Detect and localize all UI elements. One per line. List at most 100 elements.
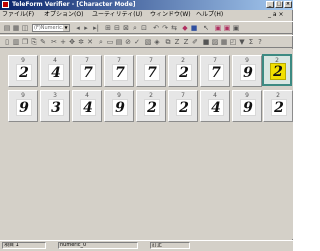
chevron-down-icon[interactable]: ▼ [63, 25, 69, 31]
menu-file[interactable]: ファイル(F) [2, 10, 34, 20]
chart-icon[interactable]: ▨ [211, 38, 219, 46]
character-image: 7 [80, 64, 96, 81]
mdi-window-controls[interactable]: _ a × [268, 11, 284, 19]
paste-icon[interactable]: ⎘ [30, 38, 38, 46]
cell-glyph: 7 [147, 65, 157, 81]
app-icon [2, 1, 9, 8]
draw-icon[interactable]: ✎ [39, 38, 47, 46]
character-cell[interactable]: 7 2 [168, 90, 198, 122]
add-icon[interactable]: + [59, 38, 67, 46]
character-cell-selected[interactable]: 2 2 [262, 54, 292, 86]
maximize-button[interactable]: □ [275, 1, 283, 8]
menu-utility[interactable]: ユーティリティ(U) [92, 10, 142, 20]
verify-icon[interactable]: ⊞ [104, 24, 112, 32]
next-icon[interactable]: ▸ [82, 24, 90, 32]
cut-icon[interactable]: ✂ [50, 38, 58, 46]
text-icon[interactable]: Z [173, 38, 181, 46]
pen-icon[interactable]: ✐ [191, 38, 199, 46]
layers-icon[interactable]: ⧉ [164, 38, 172, 46]
minimize-button[interactable]: _ [266, 1, 274, 8]
grid-icon[interactable]: ▥ [12, 38, 20, 46]
filter-icon[interactable]: ▼ [238, 38, 246, 46]
block-icon[interactable]: ■ [202, 38, 210, 46]
rotate-left-icon[interactable]: ↶ [152, 24, 160, 32]
form-icon[interactable]: ▦ [12, 24, 20, 32]
help-icon[interactable]: ? [256, 38, 264, 46]
link-icon[interactable]: ⊘ [124, 38, 132, 46]
review-icon[interactable]: ⊠ [122, 24, 130, 32]
field-selector[interactable]: (F)Numeric... ▼ [32, 24, 70, 32]
character-image: 2 [144, 99, 160, 116]
character-cell[interactable]: 9 9 [104, 90, 134, 122]
tag-icon[interactable]: ◈ [153, 38, 161, 46]
character-cell[interactable]: 2 2 [168, 55, 198, 87]
menu-options[interactable]: オプション(O) [44, 10, 83, 20]
search-icon[interactable]: ⌕ [97, 38, 105, 46]
pointer-icon[interactable]: ↖ [202, 24, 210, 32]
fit-icon[interactable]: ⊡ [140, 24, 148, 32]
main-toolbar: ▤ ▦ ◫ (F)Numeric... ▼ ◂ ▸ ▸| ⊞ ⊟ ⊠ ⌕ ⊡ ↶… [0, 21, 293, 34]
character-cell[interactable]: 4 4 [200, 90, 230, 122]
character-cell[interactable]: 2 2 [136, 90, 166, 122]
title-bar[interactable]: TeleForm Verifier - [Character Mode] _ □… [0, 0, 293, 10]
color-icon[interactable]: ◆ [181, 24, 189, 32]
select-icon[interactable]: ▯ [3, 38, 11, 46]
cell-label: 7 [149, 57, 153, 64]
character-cell[interactable]: 7 7 [136, 55, 166, 87]
cell-label: 9 [21, 57, 25, 64]
frame-icon[interactable]: ▭ [106, 38, 114, 46]
character-cell[interactable]: 4 4 [72, 90, 102, 122]
sum-icon[interactable]: Σ [247, 38, 255, 46]
delete-icon[interactable]: ✕ [86, 38, 94, 46]
cell-glyph: 4 [211, 100, 221, 116]
window3-icon[interactable]: ▣ [232, 24, 240, 32]
flip-icon[interactable]: ⇆ [170, 24, 178, 32]
character-cell[interactable]: 9 9 [232, 90, 262, 122]
character-cell[interactable]: 4 4 [40, 55, 70, 87]
rotate-right-icon[interactable]: ↷ [161, 24, 169, 32]
save-icon[interactable]: ▤ [3, 24, 11, 32]
character-cell[interactable]: 9 9 [8, 90, 38, 122]
cell-label: 4 [213, 92, 217, 99]
image-icon[interactable]: ◫ [21, 24, 29, 32]
settings-icon[interactable]: ✲ [77, 38, 85, 46]
doc-icon[interactable]: ▦ [220, 38, 228, 46]
batch-icon[interactable]: ⊟ [113, 24, 121, 32]
character-cell[interactable]: 9 9 [232, 55, 262, 87]
page-icon[interactable]: ▤ [115, 38, 123, 46]
character-cell[interactable]: 9 2 [8, 55, 38, 87]
last-icon[interactable]: ▸| [92, 24, 100, 32]
cell-glyph: 9 [243, 100, 253, 116]
character-cell[interactable]: 2 2 [263, 90, 293, 122]
zone-icon[interactable]: Z [182, 38, 190, 46]
cell-label: 9 [245, 57, 249, 64]
character-cell[interactable]: 7 7 [72, 55, 102, 87]
character-image: 2 [176, 99, 192, 116]
field-selector-value: (F)Numeric... [34, 25, 67, 31]
status-bar: 項目 1 numeric_0 訂正 [0, 240, 293, 251]
character-cell[interactable]: 3 3 [40, 90, 70, 122]
cell-glyph: 7 [211, 65, 221, 81]
menu-help[interactable]: ヘルプ(H) [196, 10, 223, 20]
move-icon[interactable]: ✥ [68, 38, 76, 46]
character-image: 2 [176, 64, 192, 81]
highlight-icon[interactable]: ■ [190, 24, 198, 32]
check-icon[interactable]: ✓ [133, 38, 141, 46]
character-image: 3 [48, 99, 64, 116]
zoom-icon[interactable]: ⌕ [131, 24, 139, 32]
cell-glyph: 2 [19, 65, 29, 81]
bookmark-icon[interactable]: ◰ [229, 38, 237, 46]
character-cell[interactable]: 7 7 [200, 55, 230, 87]
previous-icon[interactable]: ◂ [74, 24, 82, 32]
character-cell[interactable]: 7 7 [104, 55, 134, 87]
cell-label: 9 [245, 92, 249, 99]
cell-label: 2 [276, 92, 280, 99]
window-title: TeleForm Verifier - [Character Mode] [12, 1, 136, 8]
window2-icon[interactable]: ▣ [223, 24, 231, 32]
copy-icon[interactable]: ❐ [21, 38, 29, 46]
stamp-icon[interactable]: ▧ [144, 38, 152, 46]
window1-icon[interactable]: ▣ [214, 24, 222, 32]
close-button[interactable]: × [284, 1, 292, 8]
character-image: 2 [271, 99, 287, 116]
menu-window[interactable]: ウィンドウ(W) [150, 10, 191, 20]
